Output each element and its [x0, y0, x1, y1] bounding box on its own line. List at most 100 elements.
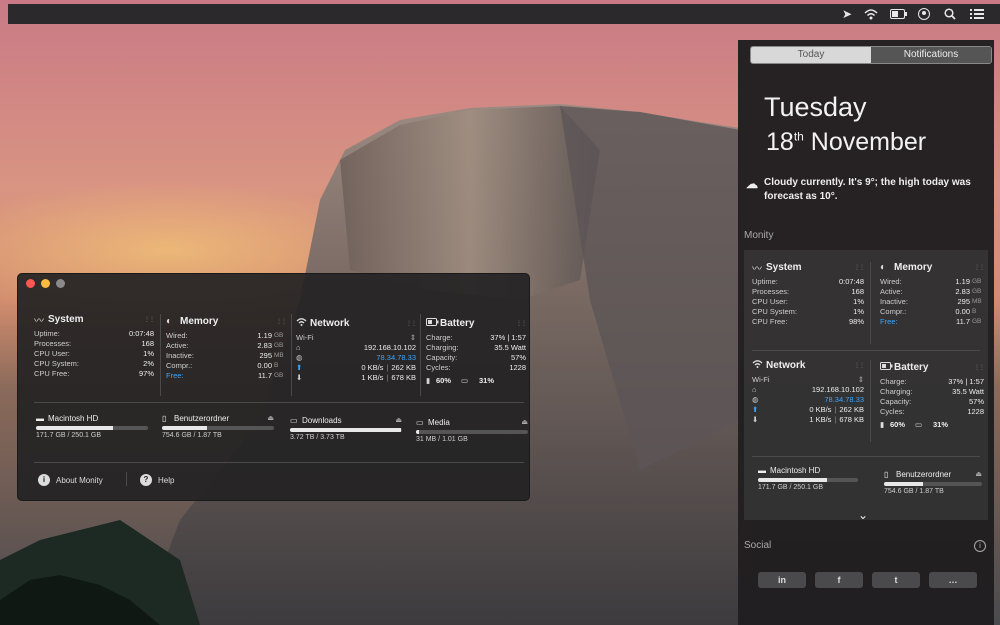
- linkedin-button[interactable]: in: [758, 572, 806, 588]
- wifi-icon[interactable]: [864, 8, 878, 22]
- disk-tile[interactable]: ▭ Downloads ⏏ 3.72 TB / 3.73 TB: [290, 414, 402, 441]
- stat-row: CPU User: 1%: [752, 297, 864, 306]
- info-icon[interactable]: i: [974, 540, 986, 552]
- drag-grip-icon[interactable]: ⋮⋮: [276, 318, 287, 325]
- stat-row: Active: 2.83 GB: [166, 341, 284, 350]
- divider: [752, 350, 980, 351]
- hard-drive-icon: ▬: [758, 465, 766, 475]
- disk-tile[interactable]: ▬ Macintosh HD 171.7 GB / 250.1 GB: [758, 464, 858, 491]
- drive-icon: ▭: [290, 415, 298, 425]
- stat-row: Charging: 35.5 Watt: [880, 387, 984, 396]
- battery-level-icon: ▮: [880, 420, 885, 429]
- stat-row: CPU System: 1%: [752, 307, 864, 316]
- local-ip-icon: ⌂: [752, 385, 757, 394]
- tile-title: Battery: [894, 361, 929, 373]
- drag-grip-icon[interactable]: ⋮⋮: [144, 316, 155, 323]
- network-tile[interactable]: Network ⋮⋮ Wi-Fi ⇕ ⌂ 192.168.10.102 ◍ 78.34…: [752, 358, 865, 425]
- twitter-button[interactable]: t: [872, 572, 920, 588]
- drive-icon: ▯: [162, 413, 167, 423]
- help-icon: ?: [140, 474, 152, 486]
- battery-icon[interactable]: [890, 8, 908, 22]
- system-tile[interactable]: 〰 System ⋮⋮ Uptime: 0:07:48 Processes: 168…: [34, 312, 155, 379]
- eject-icon: ⏏: [267, 415, 274, 422]
- tab-today[interactable]: Today: [751, 47, 871, 63]
- stat-row: CPU User: 1%: [34, 349, 154, 358]
- disk-tile[interactable]: ▭ Media ⏏ 31 MB / 1.01 GB: [416, 416, 528, 443]
- tab-notifications[interactable]: Notifications: [871, 47, 991, 63]
- battery-tile[interactable]: Battery ⋮⋮ Charge: 37% | 1:57 Charging: 35…: [880, 360, 985, 430]
- disk-usage-bar: [884, 482, 982, 486]
- disk-usage-fill: [162, 426, 207, 430]
- close-button[interactable]: [26, 279, 35, 288]
- download-arrow-icon: ⬇: [752, 415, 759, 424]
- divider: [752, 456, 980, 457]
- stat-row: Uptime: 0:07:48: [34, 329, 154, 338]
- wifi-icon: [296, 317, 310, 329]
- location-arrow-icon[interactable]: ➤: [842, 8, 852, 20]
- system-tile[interactable]: 〰 System ⋮⋮ Uptime: 0:07:48 Processes: 168…: [752, 260, 865, 327]
- disk-size: 31 MB / 1.01 GB: [416, 436, 468, 443]
- disk-size: 754.6 GB / 1.87 TB: [162, 432, 222, 439]
- linkedin-icon: in: [778, 575, 786, 585]
- stat-row: Inactive: 295 MB: [166, 351, 284, 360]
- stat-row: Processes: 168: [34, 339, 154, 348]
- tile-title: Battery: [440, 317, 475, 329]
- hard-drive-icon: ▬: [36, 413, 44, 423]
- section-title-monity: Monity: [744, 230, 774, 241]
- help-link[interactable]: ? Help: [140, 474, 174, 486]
- day-heading: Tuesday: [764, 92, 867, 122]
- upload-row: ⬆ 0 KB/s | 262 KB: [296, 363, 416, 372]
- user-icon[interactable]: [918, 8, 930, 22]
- stat-row: Wired: 1.19 GB: [880, 277, 982, 286]
- upload-arrow-icon: ⬆: [296, 363, 303, 372]
- disk-usage-fill: [290, 428, 401, 432]
- message-bubble-icon: …: [948, 575, 958, 585]
- battery-summary-row: ▮ 60% ▭ 31%: [880, 420, 949, 429]
- memory-tile[interactable]: ◐ Memory ⋮⋮ Wired: 1.19 GB Active: 2.83 GB I…: [166, 314, 287, 381]
- notification-center-icon[interactable]: [970, 8, 984, 22]
- facebook-icon: f: [837, 575, 841, 585]
- drag-grip-icon[interactable]: ⋮⋮: [516, 320, 527, 327]
- battery-summary-row: ▮ 60% ▭ 31%: [426, 376, 495, 385]
- messages-button[interactable]: …: [929, 572, 977, 588]
- disk-tile[interactable]: ▬ Macintosh HD 171.7 GB / 250.1 GB: [36, 412, 148, 439]
- search-icon[interactable]: [944, 8, 956, 22]
- pie-chart-icon: ◐: [166, 315, 173, 327]
- select-arrows-icon: ⇕: [857, 375, 864, 384]
- upload-arrow-icon: ⬆: [752, 405, 759, 414]
- about-monity-link[interactable]: i About Monity: [38, 474, 103, 486]
- notification-center: Today Notifications Tuesday 18th Novembe…: [738, 40, 994, 625]
- disk-usage-fill: [36, 426, 114, 430]
- public-ip-icon: ◍: [296, 353, 303, 362]
- local-ip-icon: ⌂: [296, 343, 301, 352]
- disk-usage-bar: [416, 430, 528, 434]
- download-arrow-icon: ⬇: [296, 373, 303, 382]
- disk-tile[interactable]: ▯ Benutzerordner ⏏ 754.6 GB / 1.87 TB: [884, 468, 982, 495]
- menu-bar: ➤: [8, 4, 1000, 24]
- public-ip-row: ◍ 78.34.78.33: [752, 395, 864, 404]
- activity-graph-icon: 〰: [752, 263, 762, 275]
- battery-tile[interactable]: Battery ⋮⋮ Charge: 37% | 1:57 Charging: 35…: [426, 316, 527, 386]
- nc-tab-bar: Today Notifications: [750, 46, 992, 64]
- disk-usage-bar: [758, 478, 858, 482]
- stat-row: Wired: 1.19 GB: [166, 331, 284, 340]
- zoom-button[interactable]: [56, 279, 65, 288]
- memory-tile[interactable]: ◐ Memory ⋮⋮ Wired: 1.19 GB Active: 2.83 GB I…: [880, 260, 985, 327]
- network-tile[interactable]: Network ⋮⋮ Wi-Fi ⇕ ⌂ 192.168.10.102 ◍ 78.34…: [296, 316, 417, 383]
- drag-grip-icon: ⋮⋮: [854, 264, 865, 271]
- battery-level-icon: ▮: [426, 376, 431, 385]
- drag-grip-icon[interactable]: ⋮⋮: [406, 320, 417, 327]
- disk-tile[interactable]: ▯ Benutzerordner ⏏ 754.6 GB / 1.87 TB: [162, 412, 274, 439]
- wifi-row: Wi-Fi ⇕: [296, 333, 416, 342]
- download-row: ⬇ 1 KB/s | 678 KB: [752, 415, 864, 424]
- stat-row: Free: 11.7 GB: [880, 317, 982, 326]
- drag-grip-icon: ⋮⋮: [854, 362, 865, 369]
- expand-chevron-icon[interactable]: ⌄: [858, 508, 868, 522]
- facebook-button[interactable]: f: [815, 572, 863, 588]
- stat-row: Charge: 37% | 1:57: [880, 377, 984, 386]
- pie-chart-icon: ◐: [880, 261, 887, 273]
- tile-title: System: [48, 313, 84, 325]
- minimize-button[interactable]: [41, 279, 50, 288]
- stat-row: Free: 11.7 GB: [166, 371, 284, 380]
- stat-row: CPU System: 2%: [34, 359, 154, 368]
